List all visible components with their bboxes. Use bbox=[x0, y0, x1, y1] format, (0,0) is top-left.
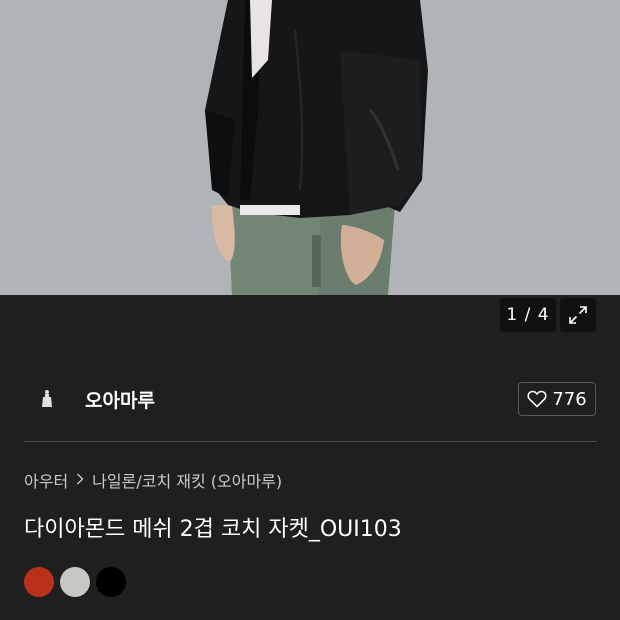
breadcrumb: 아우터 나일론/코치 재킷 (오아마루) bbox=[24, 468, 282, 492]
like-count: 776 bbox=[552, 388, 587, 410]
brand-logo[interactable] bbox=[32, 384, 62, 414]
like-button[interactable]: 776 bbox=[518, 382, 596, 416]
divider bbox=[24, 441, 597, 442]
color-swatches bbox=[24, 567, 126, 597]
chevron-right-icon bbox=[76, 471, 84, 489]
color-swatch-black[interactable] bbox=[96, 567, 126, 597]
expand-arrows-icon bbox=[569, 306, 587, 324]
color-swatch-red[interactable] bbox=[24, 567, 54, 597]
heart-outline-icon bbox=[527, 390, 547, 408]
brand-logo-icon bbox=[42, 390, 52, 407]
product-image[interactable] bbox=[0, 0, 620, 295]
expand-image-button[interactable] bbox=[560, 298, 596, 332]
breadcrumb-category-link[interactable]: 아우터 bbox=[24, 468, 68, 492]
product-photo bbox=[0, 0, 620, 295]
image-counter-text: 1 / 4 bbox=[506, 305, 550, 325]
product-title: 다이아몬드 메쉬 2겹 코치 자켓_OUI103 bbox=[24, 517, 402, 542]
breadcrumb-subcategory-link[interactable]: 나일론/코치 재킷 (오아마루) bbox=[92, 468, 282, 492]
brand-name-link[interactable]: 오아마루 bbox=[85, 386, 155, 413]
image-counter: 1 / 4 bbox=[500, 298, 556, 332]
color-swatch-light-gray[interactable] bbox=[60, 567, 90, 597]
